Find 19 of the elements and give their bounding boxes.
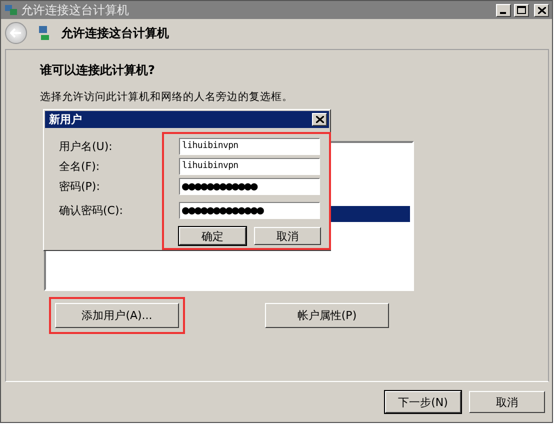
field-label: 全名(F): [59,158,101,174]
question-heading: 谁可以连接此计算机? [40,62,156,79]
dialog-button[interactable]: 确定 [179,227,246,245]
window-title: 允许连接这台计算机 [21,2,130,18]
field-label: 确认密码(C): [59,202,124,218]
action-button[interactable]: 添加用户(A)... [55,303,179,328]
input-field[interactable]: lihuibinvpn [179,158,320,174]
password-field[interactable]: ●●●●●●●●●●●● [179,178,320,194]
footer-button[interactable]: 取消 [469,391,545,413]
action-button[interactable]: 帐户属性(P) [265,303,389,328]
footer-button[interactable]: 下一步(N) [385,391,461,413]
field-label: 密码(P): [59,178,101,194]
page-heading: 允许连接这台计算机 [61,24,169,42]
password-field[interactable]: ●●●●●●●●●●●●● [179,202,320,218]
field-label: 用户名(U): [59,138,114,154]
instruction-text: 选择允许访问此计算机和网络的人名旁边的复选框。 [40,91,294,103]
input-field[interactable]: lihuibinvpn [179,138,320,154]
dialog-title: 新用户 [49,112,82,127]
dialog-button[interactable]: 取消 [254,227,321,245]
